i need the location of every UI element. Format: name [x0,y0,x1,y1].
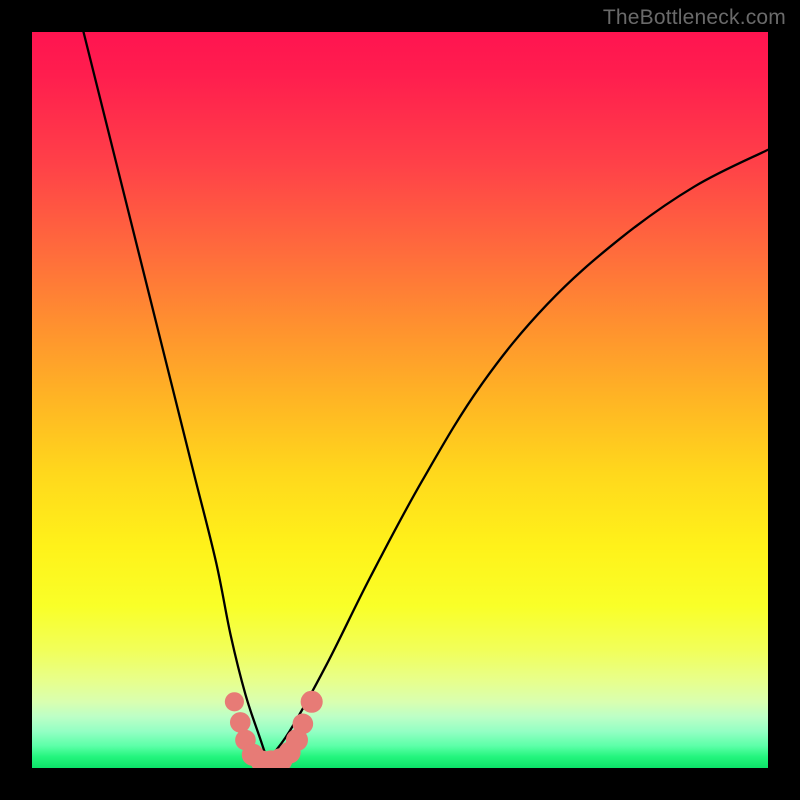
chart-frame: TheBottleneck.com [0,0,800,800]
marker-dot [301,691,323,713]
marker-dot [293,714,314,735]
marker-dot [230,712,251,733]
marker-dot [225,692,244,711]
plot-area [32,32,768,768]
v-curve [84,32,768,761]
series-right-branch [268,150,768,761]
series-left-branch [84,32,268,761]
watermark-text: TheBottleneck.com [603,6,786,30]
curve-layer [32,32,768,768]
marker-dots [225,691,323,768]
